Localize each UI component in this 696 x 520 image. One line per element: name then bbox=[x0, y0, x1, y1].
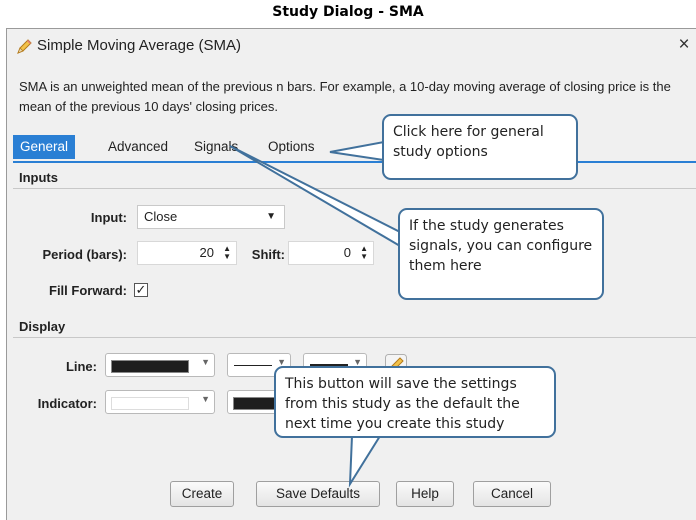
signals-callout: If the study generates signals, you can … bbox=[398, 208, 604, 300]
save-defaults-callout-pointer bbox=[348, 435, 382, 488]
save-defaults-callout: This button will save the settings from … bbox=[274, 366, 556, 438]
general-callout: Click here for general study options bbox=[382, 114, 578, 180]
signals-callout-pointer bbox=[229, 145, 401, 248]
general-callout-pointer bbox=[329, 140, 385, 162]
